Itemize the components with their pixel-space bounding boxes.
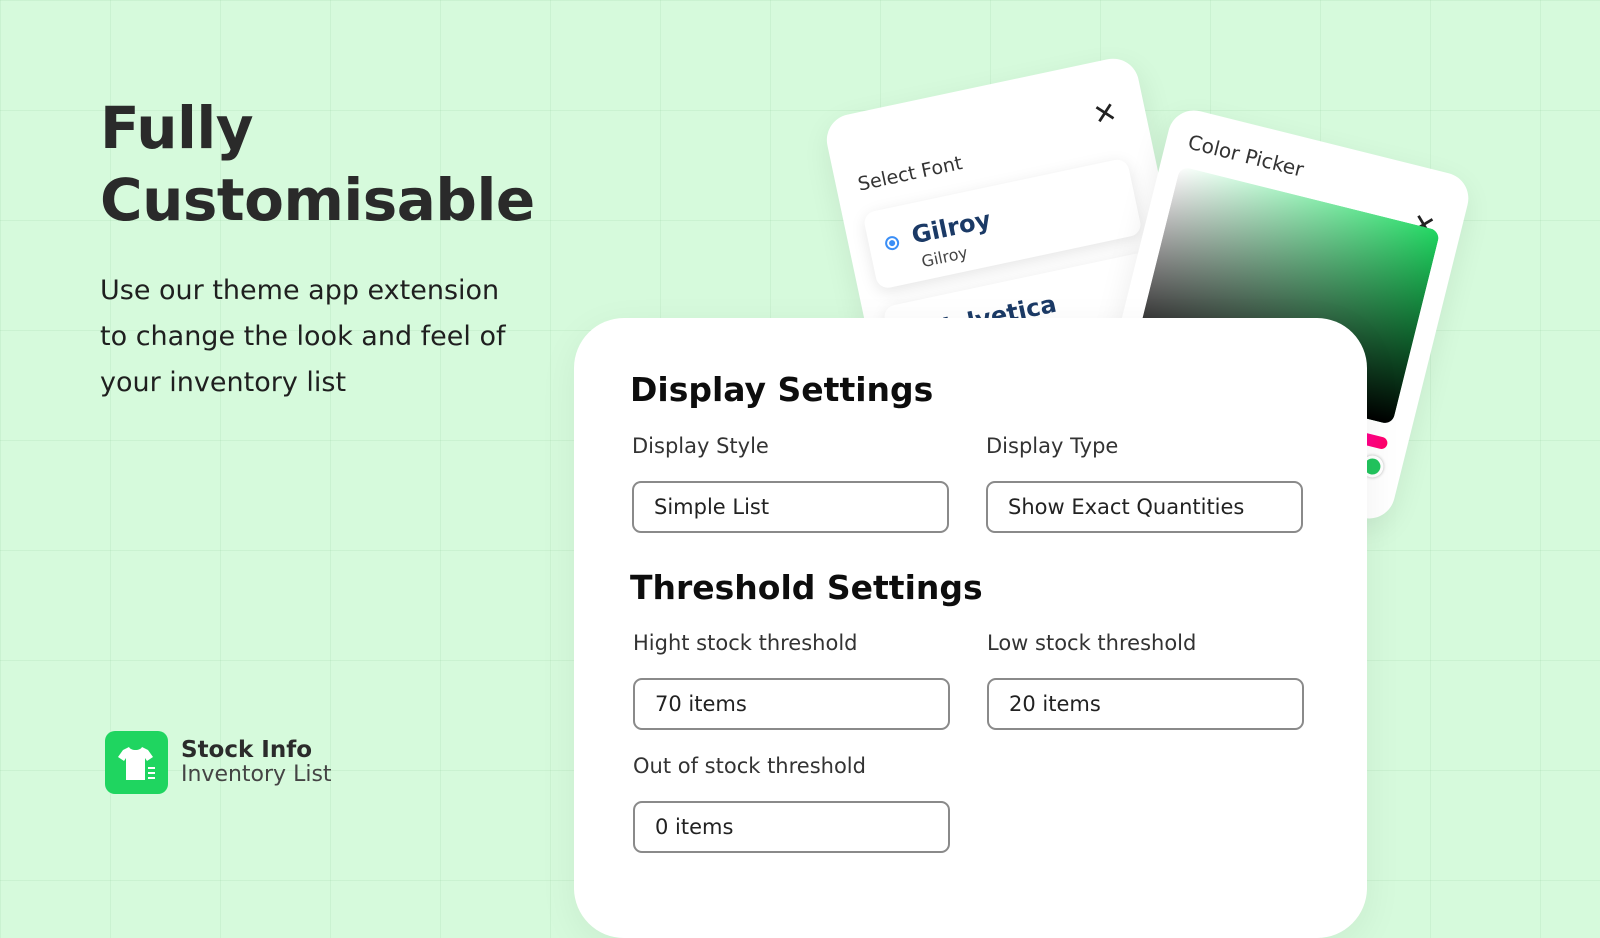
threshold-settings-title: Threshold Settings <box>630 568 983 607</box>
brand-text: Stock Info Inventory List <box>181 738 332 787</box>
brand-name: Stock Info <box>181 737 313 763</box>
hero-title-line2: Customisable <box>100 166 535 234</box>
high-stock-input[interactable]: 70 items <box>633 678 950 730</box>
close-icon[interactable]: ✕ <box>1090 95 1120 132</box>
low-stock-input[interactable]: 20 items <box>987 678 1304 730</box>
display-style-select[interactable]: Simple List <box>632 481 949 533</box>
display-style-label: Display Style <box>632 434 769 458</box>
high-stock-label: Hight stock threshold <box>633 631 858 655</box>
settings-panel: Display Settings Display Style Simple Li… <box>574 318 1367 938</box>
tshirt-icon <box>117 746 155 780</box>
select-font-title: Select Font <box>855 152 965 196</box>
out-of-stock-label: Out of stock threshold <box>633 754 866 778</box>
hero-description: Use our theme app extension to change th… <box>100 275 506 398</box>
display-settings-title: Display Settings <box>630 370 934 409</box>
brand-subtitle: Inventory List <box>181 762 332 787</box>
display-type-label: Display Type <box>986 434 1119 458</box>
brand: Stock Info Inventory List <box>105 731 332 794</box>
font-option-sub: Gilroy <box>919 242 970 272</box>
hero-title: Fully Customisable <box>100 92 535 236</box>
out-of-stock-input[interactable]: 0 items <box>633 801 950 853</box>
brand-logo <box>105 731 168 794</box>
low-stock-label: Low stock threshold <box>987 631 1197 655</box>
font-option-name: Gilroy <box>909 205 994 250</box>
radio-selected-icon[interactable] <box>883 234 901 252</box>
hero-title-line1: Fully <box>100 94 254 162</box>
display-type-select[interactable]: Show Exact Quantities <box>986 481 1303 533</box>
